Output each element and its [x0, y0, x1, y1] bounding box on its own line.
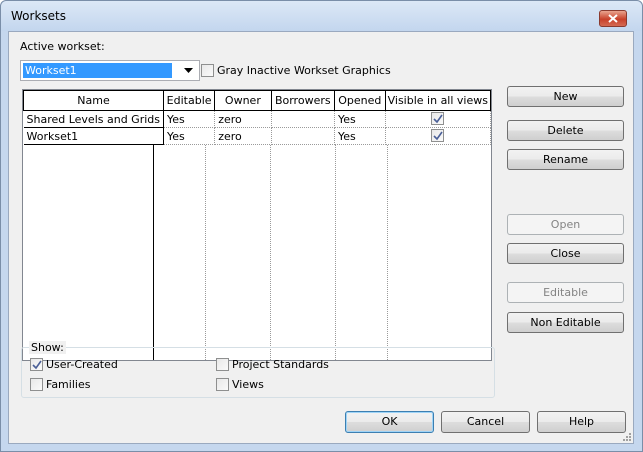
active-workset-label: Active workset:	[20, 40, 105, 53]
cell-name[interactable]: Shared Levels and Grids	[23, 110, 164, 128]
worksets-table: Name Editable Owner Borrowers Opened Vis…	[22, 89, 492, 361]
cell-owner[interactable]: zero	[214, 110, 272, 128]
families-label: Families	[46, 378, 91, 391]
cell-borrowers[interactable]	[271, 127, 335, 145]
window-close-button[interactable]	[599, 10, 627, 27]
table-row[interactable]: Shared Levels and Grids Yes zero Yes	[23, 110, 492, 128]
column-header-visible[interactable]: Visible in all views	[384, 90, 492, 111]
close-icon	[608, 14, 618, 23]
views-label: Views	[232, 378, 264, 391]
column-header-name[interactable]: Name	[23, 90, 164, 111]
cell-owner[interactable]: zero	[214, 127, 272, 145]
column-divider	[205, 145, 206, 360]
checkmark-icon	[433, 114, 443, 124]
resize-grip-icon[interactable]	[621, 431, 631, 441]
project-standards-checkbox[interactable]	[216, 358, 229, 371]
help-button[interactable]: Help	[537, 411, 626, 433]
project-standards-label: Project Standards	[232, 358, 329, 371]
delete-button[interactable]: Delete	[507, 120, 624, 141]
gray-inactive-label: Gray Inactive Workset Graphics	[217, 64, 391, 77]
worksets-dialog: Worksets Active workset: Workset1 Gray I…	[0, 0, 643, 452]
non-editable-button[interactable]: Non Editable	[507, 312, 624, 333]
column-header-opened[interactable]: Opened	[333, 90, 386, 111]
visible-checkbox[interactable]	[430, 112, 444, 125]
column-header-owner[interactable]: Owner	[214, 90, 272, 111]
user-created-checkbox[interactable]	[30, 358, 43, 371]
views-checkbox[interactable]	[216, 378, 229, 391]
cell-editable[interactable]: Yes	[163, 127, 216, 145]
families-checkbox[interactable]	[30, 378, 43, 391]
open-button[interactable]: Open	[507, 214, 624, 235]
checkmark-icon	[433, 131, 443, 141]
rename-button[interactable]: Rename	[507, 149, 624, 170]
chevron-down-icon	[184, 68, 193, 73]
cancel-button[interactable]: Cancel	[441, 411, 530, 433]
table-header-row: Name Editable Owner Borrowers Opened Vis…	[23, 90, 492, 111]
cell-opened[interactable]: Yes	[334, 127, 386, 145]
gray-inactive-checkbox[interactable]	[201, 64, 214, 77]
window-title: Worksets	[11, 9, 66, 23]
show-label: Show:	[29, 341, 66, 354]
close-button[interactable]: Close	[507, 243, 624, 264]
cell-name[interactable]: Workset1	[23, 127, 164, 145]
title-bar: Worksets	[1, 1, 642, 31]
column-header-borrowers[interactable]: Borrowers	[270, 90, 335, 111]
active-workset-value: Workset1	[23, 63, 172, 78]
column-header-editable[interactable]: Editable	[162, 90, 216, 111]
ok-button[interactable]: OK	[345, 411, 434, 433]
column-divider	[270, 145, 271, 360]
cell-opened[interactable]: Yes	[334, 110, 386, 128]
active-workset-dropdown[interactable]: Workset1	[20, 60, 200, 81]
column-divider	[153, 145, 154, 360]
new-button[interactable]: New	[507, 86, 624, 107]
user-created-label: User-Created	[46, 358, 118, 371]
cell-visible[interactable]	[385, 127, 492, 145]
editable-button[interactable]: Editable	[507, 282, 624, 303]
checkmark-icon	[32, 360, 42, 370]
cell-visible[interactable]	[385, 110, 492, 128]
visible-checkbox[interactable]	[430, 129, 444, 142]
table-row[interactable]: Workset1 Yes zero Yes	[23, 127, 492, 145]
cell-editable[interactable]: Yes	[163, 110, 216, 128]
cell-borrowers[interactable]	[271, 110, 335, 128]
dialog-body: Active workset: Workset1 Gray Inactive W…	[8, 31, 634, 444]
column-divider	[387, 145, 388, 360]
column-divider	[335, 145, 336, 360]
